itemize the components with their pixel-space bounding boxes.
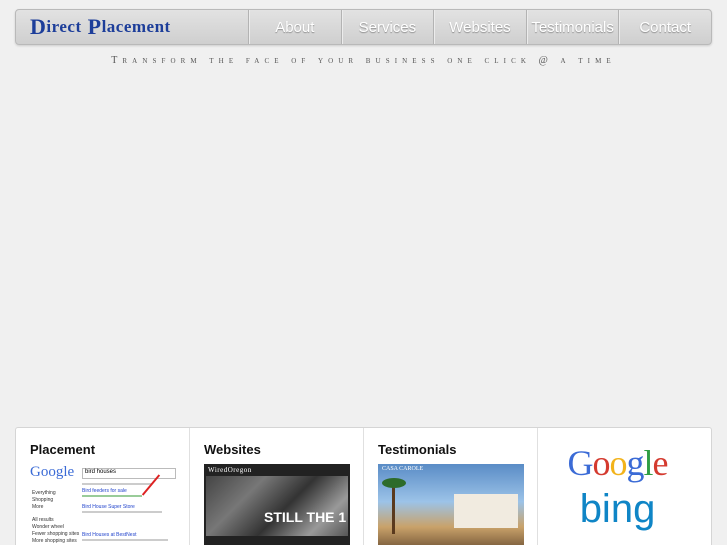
placement-section: Placement Google bird houses Bird feeder…	[16, 428, 190, 545]
nav-about[interactable]: About	[248, 10, 341, 44]
google-search-logo: Google	[30, 464, 74, 481]
search-query-box: bird houses	[82, 468, 176, 479]
placement-thumbnail[interactable]: Google bird houses Bird feeders for sale…	[30, 464, 176, 545]
sidebar-more-shopping: More shopping sites	[32, 538, 77, 544]
search-result-3: Bird Houses at BestNest	[82, 532, 137, 538]
nav-services[interactable]: Services	[340, 10, 434, 44]
testimonials-heading[interactable]: Testimonials	[378, 442, 537, 457]
sidebar-everything: Everything	[32, 490, 56, 496]
logo-initial-p: P	[87, 14, 102, 39]
search-engines-section: Google bing	[538, 428, 711, 545]
tagline: Transform the face of your business one …	[111, 55, 616, 66]
websites-section: Websites WiredOregon STILL THE 1	[190, 428, 364, 545]
search-result-1: Bird feeders for sale	[82, 488, 127, 494]
site-logo[interactable]: Direct Placement	[16, 10, 248, 44]
logo-rest-lacement: lacement	[101, 17, 171, 36]
logo-rest-irect: irect	[46, 17, 82, 36]
websites-thumbnail[interactable]: WiredOregon STILL THE 1	[204, 464, 350, 545]
wired-oregon-logo: WiredOregon	[208, 466, 252, 474]
photo-headline: STILL THE 1	[264, 509, 347, 525]
site-header: Direct Placement About Services Websites…	[15, 9, 712, 45]
casa-carole-logo: CASA CAROLE	[382, 466, 424, 472]
villa-building	[454, 494, 518, 528]
placement-heading[interactable]: Placement	[30, 442, 189, 457]
palm-leaves-icon	[382, 478, 406, 488]
sidebar-wonder-wheel: Wonder wheel	[32, 524, 64, 530]
result-3-snippet	[82, 539, 168, 541]
result-2-snippet	[82, 511, 162, 513]
nav-contact[interactable]: Contact	[618, 10, 711, 44]
feature-panel: Placement Google bird houses Bird feeder…	[15, 427, 712, 545]
nav-websites[interactable]: Websites	[433, 10, 526, 44]
google-search-logo-text: Google	[30, 464, 75, 480]
result-1-url	[82, 495, 142, 497]
sidebar-all-results: All results	[32, 517, 54, 523]
search-result-2: Bird House Super Store	[82, 504, 135, 510]
google-logo[interactable]: Google	[567, 443, 669, 483]
palm-tree-icon	[392, 482, 395, 534]
nav-testimonials[interactable]: Testimonials	[525, 10, 619, 44]
websites-heading[interactable]: Websites	[204, 442, 363, 457]
sidebar-shopping: Shopping	[32, 497, 54, 503]
team-photo	[206, 476, 348, 536]
results-count-line	[82, 483, 152, 485]
testimonials-thumbnail[interactable]: CASA CAROLE	[378, 464, 524, 545]
sidebar-more: More	[32, 504, 44, 510]
testimonials-section: Testimonials CASA CAROLE	[364, 428, 538, 545]
google-logo-text: Google	[567, 443, 669, 483]
bing-logo[interactable]: bing	[580, 486, 656, 532]
sidebar-fewer-shopping: Fewer shopping sites	[32, 531, 80, 537]
logo-initial-d: D	[30, 14, 47, 39]
main-nav: About Services Websites Testimonials Con…	[248, 10, 711, 44]
